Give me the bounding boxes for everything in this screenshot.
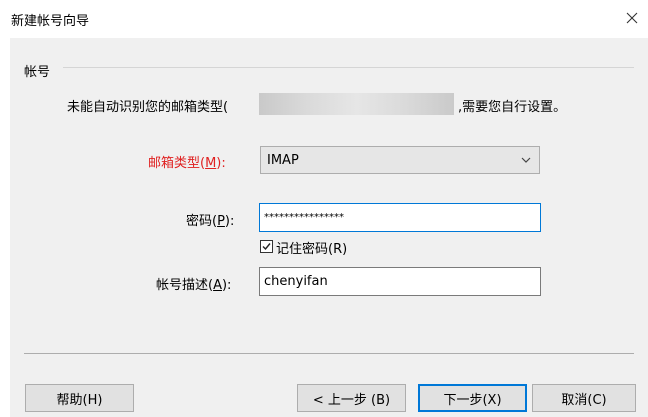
mailbox-type-value: IMAP <box>267 153 299 168</box>
help-button[interactable]: 帮助(H) <box>25 384 134 412</box>
close-button[interactable] <box>620 6 644 30</box>
mailbox-type-select[interactable]: IMAP <box>260 146 540 174</box>
mailbox-type-label: 邮箱类型(M): <box>148 156 226 171</box>
window-title: 新建帐号向导 <box>11 14 90 29</box>
account-description-label: 帐号描述(A): <box>156 278 232 293</box>
redacted-email <box>259 93 454 115</box>
password-label: 密码(P): <box>186 214 235 229</box>
title-bar: 新建帐号向导 <box>0 0 648 38</box>
check-icon <box>262 243 271 251</box>
next-button[interactable]: 下一步(X) <box>418 384 527 412</box>
info-text-prefix: 未能自动识别您的邮箱类型( <box>67 100 229 115</box>
password-field[interactable]: **************** <box>259 203 541 232</box>
close-icon <box>626 12 638 24</box>
info-text-suffix: ,需要您自行设置。 <box>458 100 567 115</box>
remember-password-label[interactable]: 记住密码(R) <box>276 238 347 257</box>
password-value: **************** <box>264 212 344 223</box>
back-button[interactable]: < 上一步 (B) <box>297 384 406 412</box>
remember-password-checkbox[interactable] <box>260 240 273 253</box>
account-description-field[interactable]: chenyifan <box>259 267 541 296</box>
footer-separator <box>24 353 634 354</box>
chevron-down-icon <box>521 157 531 163</box>
cancel-button[interactable]: 取消(C) <box>532 384 636 412</box>
group-label-account: 帐号 <box>24 65 51 80</box>
account-description-value: chenyifan <box>264 274 328 289</box>
group-divider <box>63 67 634 68</box>
